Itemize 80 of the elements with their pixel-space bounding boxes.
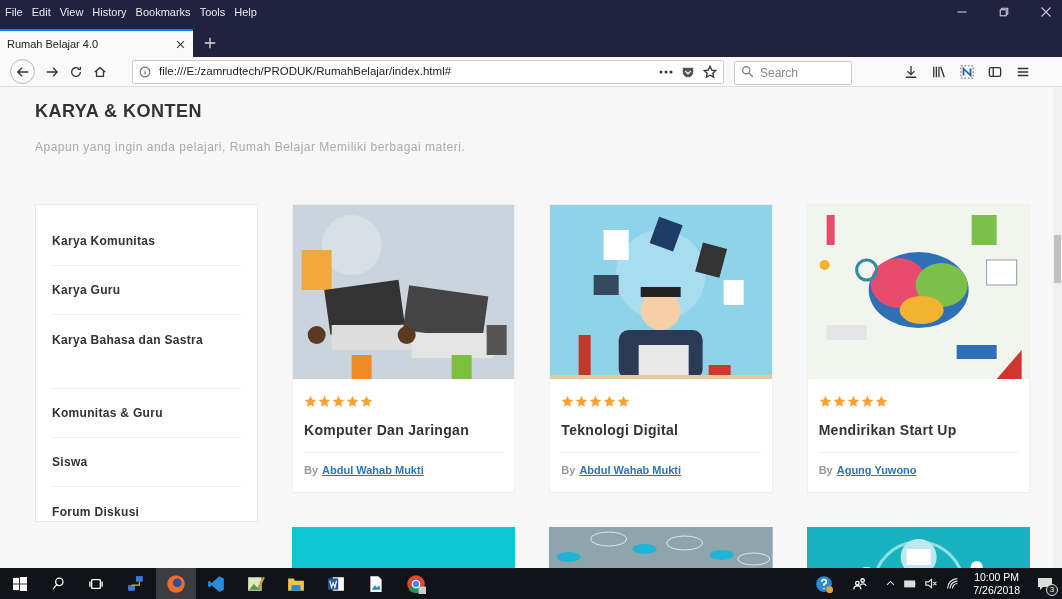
action-center-button[interactable]: 3 — [1034, 573, 1056, 594]
menu-item[interactable]: Bookmarks — [135, 7, 191, 18]
course-card[interactable]: Komputer Dan Jaringan By Abdul Wahab Mukti — [292, 204, 516, 493]
sidebar-link[interactable]: Karya Guru — [52, 281, 121, 299]
clock-time[interactable]: 10:00 PM — [974, 570, 1020, 584]
star-icon — [603, 395, 617, 408]
search-icon[interactable] — [51, 577, 65, 590]
star-icon — [304, 395, 317, 408]
star-icon — [589, 395, 603, 408]
download-icon[interactable] — [904, 64, 918, 79]
menu-item[interactable]: Edit — [31, 7, 51, 18]
sidebar-icon[interactable] — [988, 64, 1002, 79]
author-link[interactable]: Abdul Wahab Mukti — [579, 462, 682, 479]
windows-start-icon[interactable] — [13, 576, 27, 591]
course-card[interactable]: Mendirikan Start Up By Agung Yuwono — [806, 204, 1030, 493]
info-icon[interactable] — [139, 65, 151, 78]
new-tab-icon[interactable] — [203, 36, 217, 50]
menu-item[interactable]: View — [59, 7, 84, 18]
star-icon — [617, 395, 631, 408]
menu-item[interactable]: File — [5, 7, 23, 18]
course-card[interactable]: Teknologi Digital By Abdul Wahab Mukti — [549, 204, 773, 493]
section-heading: KARYA & KONTEN — [35, 100, 203, 122]
star-icon — [332, 395, 345, 408]
scrollbar[interactable] — [1053, 87, 1062, 568]
word-processor-icon[interactable] — [327, 574, 345, 593]
restore-icon[interactable] — [998, 6, 1010, 18]
sidebar-link[interactable]: Karya Komunitas — [52, 232, 156, 250]
browser-tab[interactable]: Rumah Belajar 4.0 — [0, 29, 193, 57]
section-subtitle: Apapun yang ingin anda pelajari, Rumah Belajar Memiliki berbagai materi. — [35, 139, 467, 155]
forward-icon[interactable] — [45, 64, 59, 79]
byline-label: By — [304, 463, 319, 478]
star-icon — [832, 395, 846, 408]
byline-label: By — [818, 463, 833, 478]
home-icon[interactable] — [93, 64, 107, 79]
back-arrow-icon — [15, 64, 30, 79]
byline-label: By — [561, 463, 576, 478]
firefox-icon[interactable] — [166, 573, 186, 594]
card-title[interactable]: Teknologi Digital — [561, 422, 679, 438]
clock-date[interactable]: 7/26/2018 — [973, 583, 1020, 597]
more-icon[interactable] — [659, 69, 673, 74]
sidebar-link[interactable]: Siswa — [52, 453, 88, 471]
code-editor-icon[interactable] — [207, 574, 225, 593]
star-icon — [874, 395, 888, 408]
battery-icon[interactable] — [904, 577, 918, 590]
sidebar-link[interactable]: Karya Bahasa dan Sastra — [52, 330, 203, 349]
network-computers-icon[interactable] — [127, 574, 145, 593]
reload-icon[interactable] — [69, 64, 83, 79]
people-icon[interactable] — [853, 576, 868, 591]
star-icon — [860, 395, 874, 408]
card-title[interactable]: Komputer Dan Jaringan — [304, 422, 469, 438]
photos-icon[interactable] — [367, 574, 385, 593]
url-text: file:///E:/zamrudtech/PRODUK/RumahBelajar/index.html# — [159, 63, 453, 79]
task-view-icon[interactable] — [89, 576, 103, 591]
close-icon[interactable] — [175, 38, 186, 50]
star-icon — [846, 395, 860, 408]
help-icon[interactable] — [815, 574, 834, 593]
sidebar-link[interactable]: Forum Diskusi — [52, 502, 140, 521]
search-field[interactable]: Search — [734, 60, 852, 85]
star-icon — [818, 395, 832, 408]
address-bar[interactable]: file:///E:/zamrudtech/PRODUK/RumahBelajar/index.html# — [132, 59, 724, 84]
star-icon[interactable] — [703, 64, 717, 79]
chrome-icon[interactable] — [406, 573, 426, 594]
close-icon[interactable] — [1040, 6, 1052, 18]
extension-icon[interactable] — [960, 64, 974, 79]
star-icon — [360, 395, 373, 408]
library-icon[interactable] — [932, 64, 946, 79]
volume-muted-icon[interactable] — [925, 577, 939, 590]
image-editor-icon[interactable] — [247, 574, 265, 593]
menu-item[interactable]: Tools — [199, 7, 226, 18]
menu-item[interactable]: Help — [234, 7, 257, 18]
star-icon — [318, 395, 331, 408]
author-link[interactable]: Agung Yuwono — [836, 462, 917, 479]
star-icon — [561, 395, 575, 408]
menu-item[interactable]: History — [92, 7, 127, 18]
wifi-icon[interactable] — [946, 577, 960, 590]
card-title[interactable]: Mendirikan Start Up — [818, 422, 957, 438]
star-icon — [575, 395, 589, 408]
star-icon — [346, 395, 359, 408]
author-link[interactable]: Abdul Wahab Mukti — [322, 462, 424, 479]
sidebar-link[interactable]: Komunitas & Guru — [52, 404, 163, 422]
